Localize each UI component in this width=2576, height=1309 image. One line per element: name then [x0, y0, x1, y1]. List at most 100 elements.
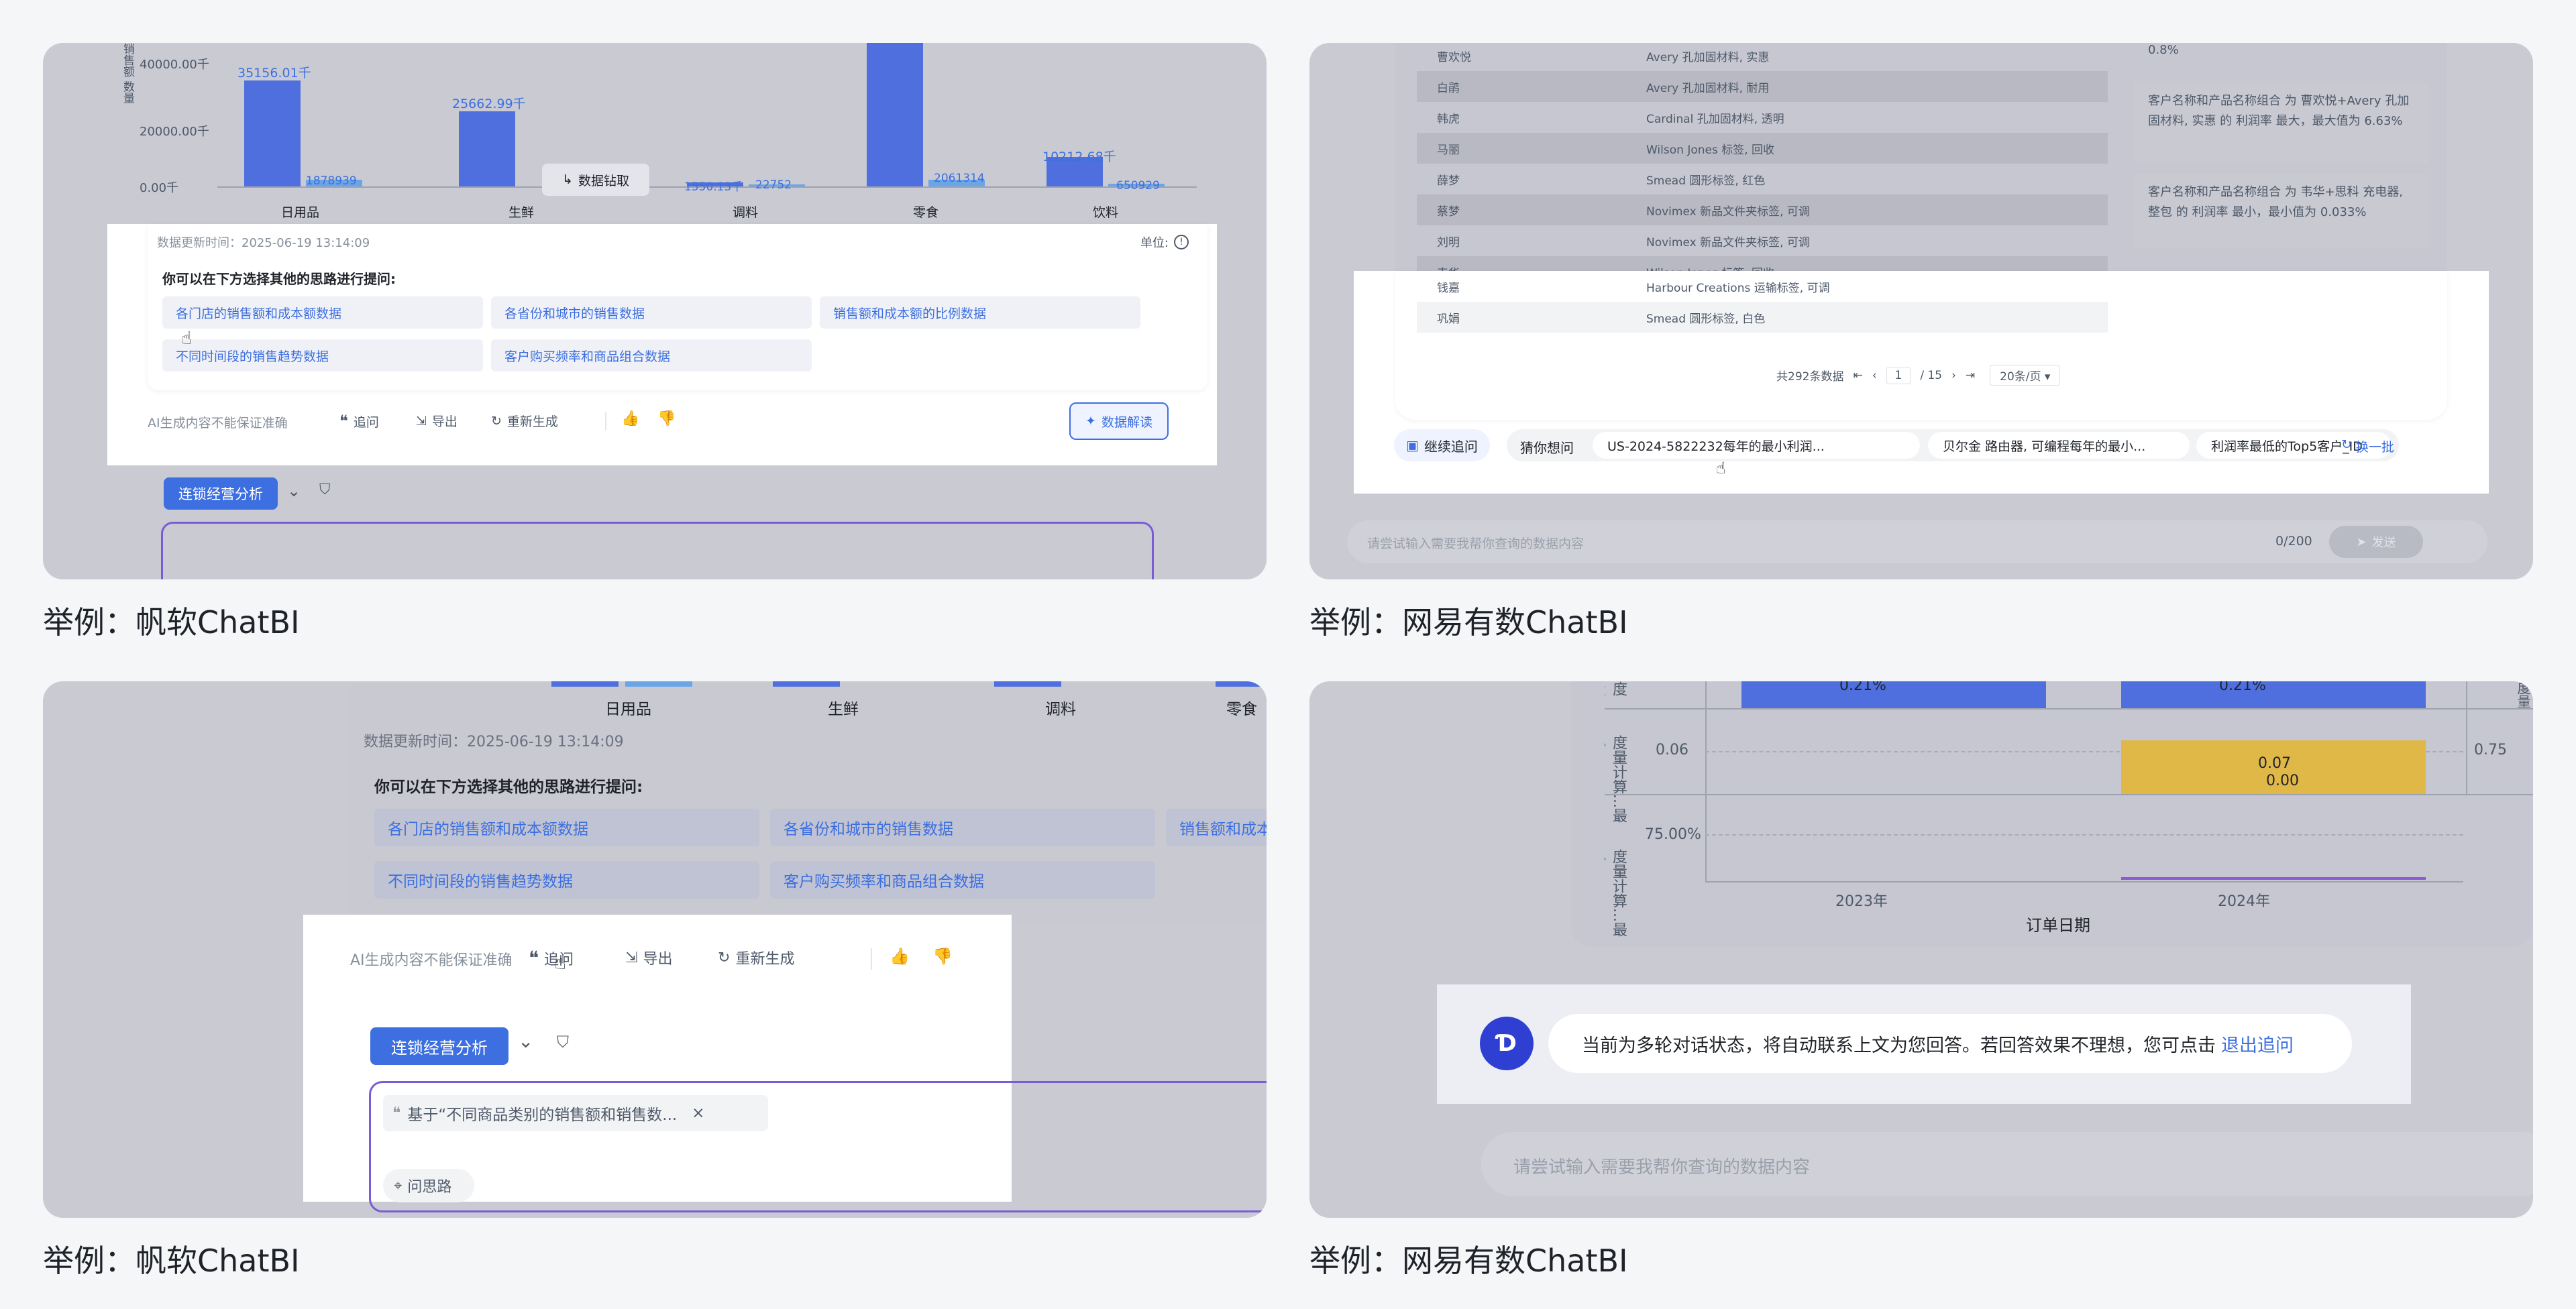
suggestion-chip[interactable]: 各门店的销售额和成本额数据	[374, 809, 759, 846]
axis-title: 度量计算...最小...	[1605, 681, 1627, 696]
bar-remnant	[1216, 681, 1267, 687]
thumbs-down-icon[interactable]: 👎	[657, 410, 676, 427]
query-input[interactable]: 请尝试输入需要我帮你查询的数据内容 0/200 ➤ 发送	[1347, 520, 2487, 563]
y-tick: 40000.00千	[140, 58, 209, 72]
regenerate-button[interactable]: ↻ 重新生成	[491, 412, 558, 430]
y-tick: 0.06	[1656, 742, 1688, 758]
suggestion-chip[interactable]: 客户购买频率和商品组合数据	[491, 339, 812, 372]
highlight-region: 数据更新时间：2025-06-19 13:14:09 单位: ! 你可以在下方选…	[107, 224, 1217, 465]
chain-analysis-button[interactable]: 连锁经营分析	[164, 477, 278, 510]
guess-label: 猜你想问	[1520, 440, 1574, 456]
right-tick: 0.75	[2474, 742, 2507, 758]
chevron-down-icon[interactable]: ⌄	[287, 481, 301, 500]
refresh-button[interactable]: ↻ 换一批	[2341, 437, 2394, 455]
cell-product: Smead 圆形标签, 白色	[1646, 312, 1766, 326]
last-page-icon[interactable]: ⇥	[1966, 369, 1975, 382]
info-icon[interactable]: !	[1174, 235, 1189, 249]
cell-customer: 刘明	[1437, 235, 1460, 249]
bar-remnant	[994, 681, 1061, 687]
continue-ask-button[interactable]: ▣ 继续追问	[1394, 429, 1490, 461]
cell-customer: 白鹃	[1437, 81, 1460, 95]
table-row: 白鹃 Avery 孔加固材料, 耐用	[1417, 71, 2108, 102]
right-spacer	[2470, 740, 2471, 794]
suggestion-chip[interactable]: 不同时间段的销售趋势数据	[374, 861, 759, 899]
insight-min: 客户名称和产品名称组合 为 韦华+思科 充电器, 整包 的 利润率 最小，最小值…	[2135, 174, 2428, 248]
example-panel-fanruan-2: 日用品 生鲜 调料 零食 数据更新时间：2025-06-19 13:14:09 …	[43, 681, 1267, 1218]
thumbs-up-icon[interactable]: 👍	[621, 410, 639, 427]
data-label: 0.21%	[1839, 681, 1886, 694]
data-label: 0.00	[2266, 773, 2299, 789]
prev-page-icon[interactable]: ‹	[1872, 369, 1877, 382]
data-label: 650929	[1116, 179, 1160, 192]
data-label: 10212.68千	[1042, 150, 1116, 164]
quote-chip[interactable]: ❝ 基于“不同商品类别的销售额和销售数... ×	[383, 1095, 768, 1131]
highlight-region: 钱嘉 Harbour Creations 运输标签, 可调 巩娟 Smead 圆形标签…	[1354, 271, 2489, 494]
chat-input-box[interactable]: ❝ 基于“不同商品类别的销售额和销售数... × ⌖ 问思路	[369, 1081, 1267, 1212]
x-tick: 生鲜	[508, 205, 535, 220]
cell-product: Wilson Jones 标签, 回收	[1646, 143, 1775, 157]
cell-customer: 蔡梦	[1437, 205, 1460, 219]
suggestion-chip[interactable]: 各门店的销售额和成本额数据	[162, 296, 483, 329]
idea-button[interactable]: ⌖ 问思路	[383, 1169, 474, 1202]
y-tick: 75.00%	[1645, 826, 1701, 843]
chevron-down-icon[interactable]: ⌄	[518, 1030, 533, 1052]
exit-followup-link[interactable]: 退出追问	[2221, 1031, 2294, 1057]
prompt-title: 你可以在下方选择其他的思路进行提问:	[162, 271, 396, 287]
table-row: 韩虎 Cardinal 孔加固材料, 透明	[1417, 102, 2108, 133]
data-interpret-button[interactable]: ✦ 数据解读	[1069, 402, 1169, 440]
highlight-region: Ɗ 当前为多轮对话状态，将自动联系上文为您回答。若回答效果不理想，您可点击 退出…	[1437, 984, 2411, 1104]
guess-item[interactable]: US-2024-5822232每年的最小利润...	[1593, 432, 1920, 459]
drill-icon: ↳	[562, 172, 573, 187]
table-row: 蔡梦 Novimex 新品文件夹标签, 可调	[1417, 194, 2108, 225]
multi-turn-notice: 当前为多轮对话状态，将自动联系上文为您回答。若回答效果不理想，您可点击 退出追问	[1548, 1014, 2352, 1073]
suggestion-chip[interactable]: 销售额和成本额	[1166, 809, 1267, 846]
suggestion-chip[interactable]: 销售额和成本额的比例数据	[820, 296, 1140, 329]
cell-customer: 曹欢悦	[1437, 50, 1471, 64]
chart-area: 销售额 数量 40000.00千 20000.00千 0.00千 35156.0…	[121, 43, 1210, 244]
suggestion-chip[interactable]: 客户购买频率和商品组合数据	[770, 861, 1155, 899]
page-size-select[interactable]: 20条/页 ▾	[1990, 365, 2061, 386]
x-tick: 2023年	[1835, 893, 1888, 910]
thumbs-up-icon[interactable]: 👍	[890, 947, 910, 966]
pagination: 共292条数据 ⇤ ‹ 1 / 15 › ⇥ 20条/页 ▾	[1776, 365, 2061, 386]
caption: 举例：网易有数ChatBI	[1309, 1243, 1628, 1279]
export-button[interactable]: ⇲ 导出	[625, 947, 672, 968]
chat-input-box[interactable]	[161, 522, 1154, 579]
suggestion-chip[interactable]: 各省份和城市的销售数据	[491, 296, 812, 329]
guess-item[interactable]: 贝尔金 路由器, 可编程每年的最小...	[1928, 432, 2190, 459]
page-input[interactable]: 1	[1886, 366, 1911, 384]
cell-product: Novimex 新品文件夹标签, 可调	[1646, 205, 1810, 219]
x-tick: 2024年	[2218, 893, 2270, 910]
axis-title: 度量计算...最小...	[1605, 735, 1627, 823]
divider	[605, 412, 606, 431]
ask-button[interactable]: ❝ 追问	[339, 412, 379, 431]
data-label: 2061314	[934, 172, 985, 185]
next-page-icon[interactable]: ›	[1951, 369, 1956, 382]
cell-customer: 薛梦	[1437, 174, 1460, 188]
table-row: 钱嘉 Harbour Creations 运输标签, 可调	[1417, 271, 2108, 302]
query-input[interactable]: 请尝试输入需要我帮你查询的数据内容	[1481, 1132, 2533, 1196]
first-page-icon[interactable]: ⇤	[1853, 369, 1862, 382]
export-button[interactable]: ⇲ 导出	[416, 412, 458, 430]
suggestion-chip[interactable]: 各省份和城市的销售数据	[770, 809, 1155, 846]
data-drill-button[interactable]: ↳ 数据钻取	[542, 164, 649, 196]
send-button[interactable]: ➤ 发送	[2329, 526, 2423, 558]
filter-icon[interactable]: ⛉	[557, 1033, 569, 1051]
thumbs-down-icon[interactable]: 👎	[932, 947, 953, 966]
export-icon: ⇲	[416, 413, 427, 429]
cell-customer: 韩虎	[1437, 112, 1460, 126]
total-count: 共292条数据	[1776, 370, 1844, 384]
filter-icon[interactable]: ⛉	[319, 481, 331, 498]
bar-remnant	[625, 681, 692, 687]
suggestion-chip[interactable]: 不同时间段的销售趋势数据	[162, 339, 483, 372]
regenerate-button[interactable]: ↻ 重新生成	[718, 947, 794, 968]
close-icon[interactable]: ×	[692, 1104, 704, 1122]
refresh-icon: ↻	[491, 413, 502, 429]
cell-product: Avery 孔加固材料, 实惠	[1646, 50, 1770, 64]
y-tick: 0.00千	[140, 181, 179, 195]
row-divider	[1605, 794, 2533, 795]
send-icon: ➤	[2356, 534, 2367, 549]
bar-remnant	[773, 681, 840, 687]
chain-analysis-button[interactable]: 连锁经营分析	[370, 1027, 508, 1065]
ask-button[interactable]: ❝ 追问	[529, 947, 574, 969]
